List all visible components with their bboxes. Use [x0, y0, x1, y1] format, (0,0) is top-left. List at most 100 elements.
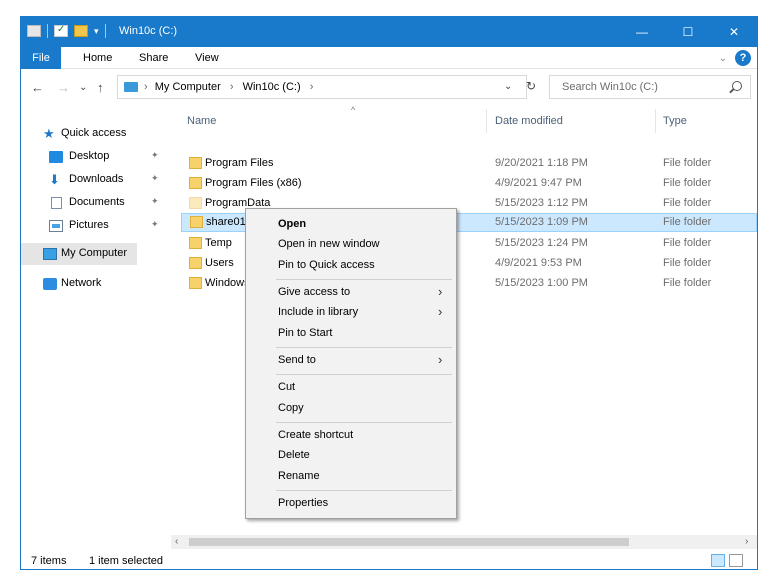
- menu-item-copy[interactable]: Copy: [248, 398, 454, 418]
- menu-item-give-access[interactable]: Give access to ›: [248, 282, 454, 302]
- tab-view[interactable]: View: [187, 47, 227, 69]
- menu-item-delete[interactable]: Delete: [248, 445, 454, 465]
- menu-item-label: Copy: [278, 402, 304, 414]
- menu-item-label: Properties: [278, 497, 329, 509]
- expand-ribbon-chevron-icon[interactable]: ⌄: [719, 53, 727, 64]
- drive-icon: [27, 25, 41, 37]
- breadcrumb-my-computer[interactable]: My Computer: [155, 81, 221, 93]
- help-icon[interactable]: ?: [735, 50, 751, 66]
- file-date: 5/15/2023 1:24 PM: [495, 237, 588, 249]
- address-bar[interactable]: › My Computer › Win10c (C:) ›: [117, 75, 527, 99]
- menu-item-create-shortcut[interactable]: Create shortcut: [248, 425, 454, 445]
- title-bar[interactable]: ▾ Win10c (C:) — ☐ ✕: [21, 17, 757, 47]
- downloads-icon: ⬇: [49, 172, 60, 187]
- forward-arrow-icon[interactable]: →: [57, 80, 70, 95]
- maximize-button[interactable]: ☐: [665, 17, 711, 47]
- folder-icon: [189, 277, 202, 289]
- details-view-icon[interactable]: [711, 554, 725, 567]
- scrollbar-thumb[interactable]: [189, 538, 629, 546]
- menu-item-label: Give access to: [278, 286, 351, 298]
- toolbar-divider: [47, 24, 48, 38]
- new-folder-icon[interactable]: [74, 25, 88, 37]
- sidebar-item-documents[interactable]: Documents ✦: [21, 192, 165, 214]
- menu-item-label: Open in new window: [278, 238, 380, 250]
- folder-icon: [189, 157, 202, 169]
- address-dropdown-icon[interactable]: ⌄: [504, 81, 512, 92]
- menu-item-label: Include in library: [278, 306, 359, 318]
- customize-toolbar-dropdown-icon[interactable]: ▾: [94, 26, 99, 37]
- menu-item-open[interactable]: Open: [248, 214, 454, 234]
- tab-share[interactable]: Share: [131, 47, 176, 69]
- pin-icon[interactable]: ✦: [151, 173, 159, 184]
- network-icon: [43, 278, 57, 290]
- computer-icon: [43, 248, 57, 260]
- star-icon: ★: [43, 126, 55, 141]
- file-type: File folder: [663, 277, 712, 289]
- menu-item-properties[interactable]: Properties: [248, 493, 454, 513]
- menu-item-label: Rename: [278, 470, 320, 482]
- minimize-button[interactable]: —: [619, 17, 665, 47]
- tab-file[interactable]: File: [21, 47, 61, 69]
- column-header-type[interactable]: Type: [663, 115, 687, 127]
- folder-icon: [190, 216, 203, 228]
- tab-home[interactable]: Home: [75, 47, 120, 69]
- menu-item-pin-start[interactable]: Pin to Start: [248, 323, 454, 343]
- sidebar-item-pictures[interactable]: Pictures ✦: [21, 215, 165, 237]
- menu-item-label: Pin to Quick access: [278, 259, 375, 271]
- menu-item-label: Delete: [278, 449, 310, 461]
- navigation-pane: ★ Quick access Desktop ✦ ⬇ Downloads ✦ D…: [21, 105, 167, 539]
- scroll-left-arrow-icon[interactable]: ‹: [175, 536, 178, 547]
- breadcrumb-separator[interactable]: ›: [230, 81, 234, 93]
- menu-separator: [276, 490, 452, 491]
- sidebar-item-label: My Computer: [61, 247, 128, 259]
- large-icons-view-icon[interactable]: [729, 554, 743, 567]
- sidebar-item-network[interactable]: Network: [21, 273, 165, 295]
- column-header-name[interactable]: Name: [187, 115, 216, 127]
- recent-locations-chevron-icon[interactable]: ⌄: [79, 82, 87, 93]
- menu-item-label: Send to: [278, 354, 316, 366]
- horizontal-scrollbar[interactable]: ‹ ›: [171, 535, 757, 549]
- close-button[interactable]: ✕: [711, 17, 757, 47]
- pin-icon[interactable]: ✦: [151, 150, 159, 161]
- search-icon[interactable]: [732, 81, 742, 91]
- table-row[interactable]: Program Files 9/20/2021 1:18 PM File fol…: [181, 154, 757, 173]
- menu-item-rename[interactable]: Rename: [248, 466, 454, 486]
- file-type: File folder: [663, 177, 712, 189]
- back-arrow-icon[interactable]: ←: [31, 80, 44, 95]
- selection-count: 1 item selected: [89, 555, 163, 567]
- file-type: File folder: [663, 237, 712, 249]
- pin-icon[interactable]: ✦: [151, 219, 159, 230]
- pin-icon[interactable]: ✦: [151, 196, 159, 207]
- sidebar-item-quick-access[interactable]: ★ Quick access: [21, 123, 165, 145]
- sort-ascending-indicator: ^: [351, 105, 356, 115]
- menu-item-label: Open: [278, 218, 307, 230]
- refresh-icon[interactable]: ↻: [526, 79, 536, 93]
- table-row[interactable]: Program Files (x86) 4/9/2021 9:47 PM Fil…: [181, 174, 757, 193]
- search-placeholder: Search Win10c (C:): [562, 81, 658, 93]
- menu-item-send-to[interactable]: Send to ›: [248, 350, 454, 370]
- column-header-date-modified[interactable]: Date modified: [495, 115, 563, 127]
- breadcrumb-drive[interactable]: Win10c (C:): [243, 81, 301, 93]
- sidebar-item-my-computer[interactable]: My Computer: [21, 243, 137, 265]
- menu-item-open-new-window[interactable]: Open in new window: [248, 234, 454, 254]
- menu-item-pin-quick-access[interactable]: Pin to Quick access: [248, 255, 454, 275]
- menu-separator: [276, 279, 452, 280]
- documents-icon: [51, 197, 62, 209]
- menu-item-cut[interactable]: Cut: [248, 377, 454, 397]
- menu-separator: [276, 347, 452, 348]
- column-divider[interactable]: [655, 109, 656, 133]
- breadcrumb-separator[interactable]: ›: [310, 81, 314, 93]
- scroll-right-arrow-icon[interactable]: ›: [745, 536, 748, 547]
- sidebar-item-desktop[interactable]: Desktop ✦: [21, 146, 165, 168]
- column-divider[interactable]: [486, 109, 487, 133]
- quick-access-toolbar: ▾: [27, 24, 106, 38]
- file-name: Program Files (x86): [205, 177, 302, 189]
- menu-item-include-library[interactable]: Include in library ›: [248, 302, 454, 322]
- properties-check-icon[interactable]: [54, 24, 68, 37]
- menu-item-label: Pin to Start: [278, 327, 333, 339]
- sidebar-item-downloads[interactable]: ⬇ Downloads ✦: [21, 169, 165, 191]
- up-arrow-icon[interactable]: ↑: [97, 80, 104, 95]
- file-date: 4/9/2021 9:53 PM: [495, 257, 582, 269]
- search-input[interactable]: Search Win10c (C:): [549, 75, 751, 99]
- file-type: File folder: [663, 257, 712, 269]
